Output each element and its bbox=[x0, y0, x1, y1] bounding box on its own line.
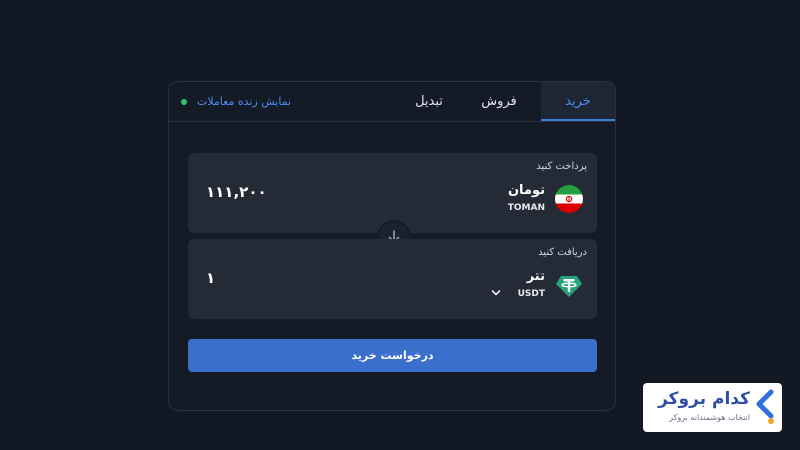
receive-label: دریافت کنید bbox=[538, 247, 587, 258]
live-trades-link[interactable]: نمایش زنده معاملات bbox=[181, 82, 291, 121]
buy-request-button[interactable]: درخواست خرید bbox=[188, 339, 597, 372]
receive-amount-input[interactable]: ۱ bbox=[206, 269, 215, 287]
receive-currency-name: تتر bbox=[526, 269, 545, 284]
pay-currency-name: تومان bbox=[507, 183, 545, 198]
pay-amount-input[interactable]: ۱۱۱,۲۰۰ bbox=[206, 183, 267, 201]
pay-currency-code: TOMAN bbox=[507, 203, 545, 213]
trade-widget: خرید فروش تبدیل نمایش زنده معاملات پرداخ… bbox=[168, 81, 616, 411]
receive-currency-selector[interactable]: USDT bbox=[518, 289, 545, 299]
brand-tagline: انتخاب هوشمندانه بروکر bbox=[669, 413, 750, 422]
tab-convert[interactable]: تبدیل bbox=[399, 82, 459, 121]
brand-logo-badge: کدام بروکر انتخاب هوشمندانه بروکر bbox=[643, 383, 782, 432]
tab-buy[interactable]: خرید bbox=[541, 82, 615, 121]
live-trades-label: نمایش زنده معاملات bbox=[197, 95, 292, 108]
brand-chevron-icon bbox=[756, 389, 774, 424]
chevron-down-icon[interactable] bbox=[490, 287, 502, 299]
tab-sell[interactable]: فروش bbox=[471, 82, 527, 121]
iran-flag-icon bbox=[555, 185, 583, 213]
brand-name: کدام بروکر bbox=[658, 389, 750, 409]
live-status-dot-icon bbox=[181, 98, 187, 105]
tab-bar: خرید فروش تبدیل نمایش زنده معاملات bbox=[169, 82, 615, 122]
receive-panel: دریافت کنید تتر USDT ۱ bbox=[188, 239, 597, 319]
tether-icon bbox=[555, 271, 583, 299]
pay-label: پرداخت کنید bbox=[536, 161, 587, 172]
